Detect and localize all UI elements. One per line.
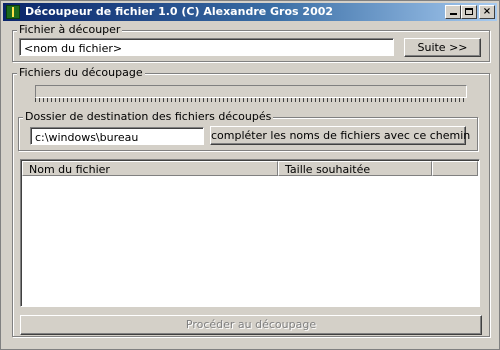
main-window: Découpeur de fichier 1.0 (C) Alexandre G…	[0, 0, 500, 350]
split-progress-bar	[35, 85, 467, 98]
complete-filenames-button[interactable]: compléter les noms de fichiers avec ce c…	[210, 126, 470, 145]
close-button[interactable]: ×	[479, 5, 495, 19]
window-title: Découpeur de fichier 1.0 (C) Alexandre G…	[25, 5, 334, 18]
maximize-button[interactable]	[461, 5, 477, 19]
destination-folder-input[interactable]: c:\windows\bureau	[30, 127, 204, 145]
column-header-extra[interactable]	[432, 161, 478, 176]
split-files-label: Fichiers du découpage	[17, 66, 145, 79]
maximize-icon	[465, 8, 473, 15]
title-bar[interactable]: Découpeur de fichier 1.0 (C) Alexandre G…	[3, 3, 497, 21]
column-header-size[interactable]: Taille souhaitée	[278, 161, 432, 176]
start-split-button[interactable]: Procéder au découpage	[20, 315, 482, 335]
column-header-filename[interactable]: Nom du fichier	[22, 161, 278, 176]
file-list[interactable]: Nom du fichier Taille souhaitée	[20, 159, 480, 307]
app-icon	[6, 5, 20, 19]
file-to-split-label: Fichier à découper	[17, 23, 123, 36]
minimize-button[interactable]	[445, 5, 461, 19]
progress-ticks	[35, 98, 467, 102]
next-button[interactable]: Suite >>	[404, 38, 481, 57]
destination-label: Dossier de destination des fichiers déco…	[23, 110, 274, 123]
file-name-input[interactable]: <nom du fichier>	[19, 38, 394, 56]
minimize-icon	[449, 13, 457, 15]
close-icon: ×	[482, 6, 492, 17]
